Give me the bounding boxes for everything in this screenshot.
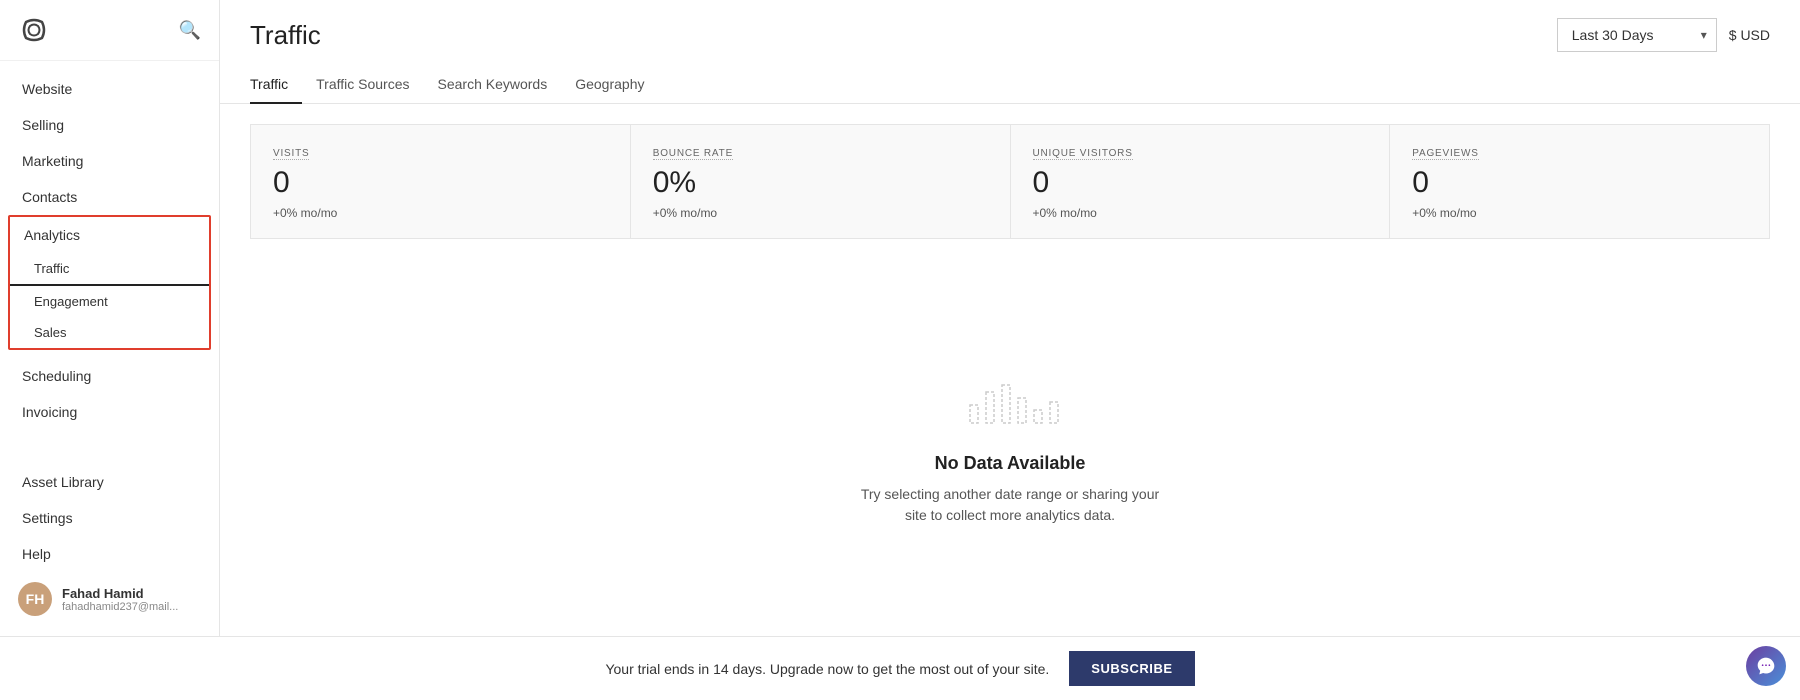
main-header: Traffic Last 30 Days Last 7 Days Last 90… [220, 0, 1800, 52]
stat-unique-value: 0 [1033, 166, 1368, 200]
empty-chart-icon [950, 350, 1070, 430]
user-email: fahadhamid237@mail... [62, 601, 178, 613]
stat-unique-visitors: UNIQUE VISITORS 0 +0% mo/mo [1011, 125, 1391, 238]
tabs-bar: Traffic Traffic Sources Search Keywords … [220, 66, 1800, 104]
chat-bubble[interactable] [1746, 646, 1786, 686]
bottom-bar: Your trial ends in 14 days. Upgrade now … [0, 636, 1800, 700]
user-info: Fahad Hamid fahadhamid237@mail... [62, 586, 178, 613]
stat-unique-label: UNIQUE VISITORS [1033, 148, 1133, 160]
stat-bounce-change: +0% mo/mo [653, 206, 988, 220]
main-content: Traffic Last 30 Days Last 7 Days Last 90… [220, 0, 1800, 636]
sidebar-subitem-engagement[interactable]: Engagement [10, 286, 209, 317]
sidebar-item-website[interactable]: Website [0, 71, 219, 107]
subscribe-button[interactable]: SUBSCRIBE [1069, 651, 1194, 686]
no-data-description: Try selecting another date range or shar… [850, 484, 1170, 526]
no-data-area: No Data Available Try selecting another … [220, 239, 1800, 636]
stat-bounce-rate: BOUNCE RATE 0% +0% mo/mo [631, 125, 1011, 238]
search-icon[interactable]: 🔍 [179, 20, 201, 41]
tab-search-keywords[interactable]: Search Keywords [424, 66, 562, 104]
sidebar-subitem-sales[interactable]: Sales [10, 317, 209, 348]
sidebar: 🔍 Website Selling Marketing Contacts Ana… [0, 0, 220, 636]
stat-pageviews-value: 0 [1412, 166, 1747, 200]
stat-pageviews-change: +0% mo/mo [1412, 206, 1747, 220]
date-range-select[interactable]: Last 30 Days Last 7 Days Last 90 Days La… [1557, 18, 1717, 52]
tab-traffic[interactable]: Traffic [250, 66, 302, 104]
currency-label: $ USD [1729, 27, 1770, 43]
user-name: Fahad Hamid [62, 586, 178, 601]
stats-row: VISITS 0 +0% mo/mo BOUNCE RATE 0% +0% mo… [250, 124, 1770, 239]
stat-visits-value: 0 [273, 166, 608, 200]
sidebar-nav: Website Selling Marketing Contacts Analy… [0, 61, 219, 454]
sidebar-item-asset-library[interactable]: Asset Library [0, 464, 219, 500]
sidebar-item-marketing[interactable]: Marketing [0, 143, 219, 179]
stat-bounce-label: BOUNCE RATE [653, 148, 733, 160]
date-select-wrapper: Last 30 Days Last 7 Days Last 90 Days La… [1557, 18, 1717, 52]
stat-bounce-value: 0% [653, 166, 988, 200]
sidebar-item-selling[interactable]: Selling [0, 107, 219, 143]
sidebar-item-contacts[interactable]: Contacts [0, 179, 219, 215]
squarespace-logo [18, 14, 50, 46]
sidebar-item-settings[interactable]: Settings [0, 500, 219, 536]
stat-visits: VISITS 0 +0% mo/mo [251, 125, 631, 238]
sidebar-item-help[interactable]: Help [0, 536, 219, 572]
chart-placeholder [950, 350, 1070, 435]
analytics-section: Analytics Traffic Engagement Sales [8, 215, 211, 350]
sidebar-bottom: Asset Library Settings Help FH Fahad Ham… [0, 454, 219, 636]
sidebar-header: 🔍 [0, 0, 219, 61]
trial-message: Your trial ends in 14 days. Upgrade now … [605, 661, 1049, 677]
user-profile[interactable]: FH Fahad Hamid fahadhamid237@mail... [0, 572, 219, 626]
stat-unique-change: +0% mo/mo [1033, 206, 1368, 220]
stat-pageviews: PAGEVIEWS 0 +0% mo/mo [1390, 125, 1769, 238]
no-data-title: No Data Available [935, 453, 1086, 474]
chat-icon [1756, 656, 1776, 676]
page-title: Traffic [250, 20, 321, 51]
tab-traffic-sources[interactable]: Traffic Sources [302, 66, 423, 104]
stat-visits-change: +0% mo/mo [273, 206, 608, 220]
sidebar-item-analytics[interactable]: Analytics [10, 217, 209, 253]
stat-pageviews-label: PAGEVIEWS [1412, 148, 1478, 160]
sidebar-subitem-traffic[interactable]: Traffic [10, 253, 209, 286]
stat-visits-label: VISITS [273, 148, 309, 160]
header-controls: Last 30 Days Last 7 Days Last 90 Days La… [1557, 18, 1770, 52]
avatar: FH [18, 582, 52, 616]
tab-geography[interactable]: Geography [561, 66, 658, 104]
sidebar-item-scheduling[interactable]: Scheduling [0, 358, 219, 394]
sidebar-item-invoicing[interactable]: Invoicing [0, 394, 219, 430]
